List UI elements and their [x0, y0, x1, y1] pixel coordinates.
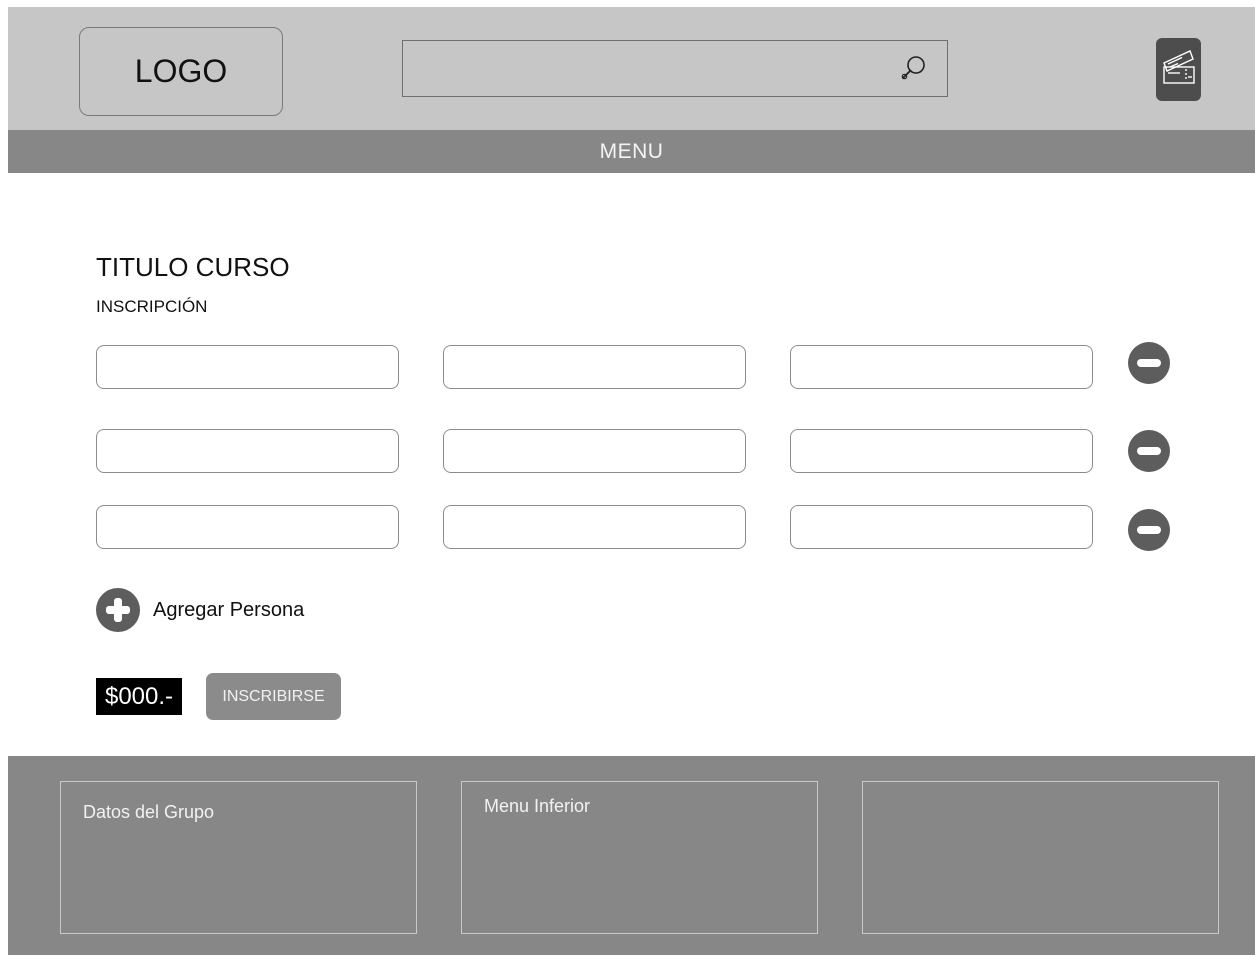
- add-person-label: Agregar Persona: [153, 598, 305, 621]
- main-menu[interactable]: MENU: [8, 130, 1255, 173]
- person-2-field-3[interactable]: [790, 429, 1093, 473]
- logo[interactable]: LOGO: [79, 27, 283, 116]
- remove-person-1-button[interactable]: [1128, 342, 1170, 384]
- search-bar[interactable]: [402, 40, 948, 97]
- tickets-icon: [1160, 47, 1198, 92]
- menu-label: MENU: [599, 139, 664, 163]
- add-person-button[interactable]: Agregar Persona: [96, 588, 304, 632]
- remove-person-2-button[interactable]: [1128, 430, 1170, 472]
- person-2-field-1[interactable]: [96, 429, 399, 473]
- logo-text: LOGO: [134, 53, 228, 89]
- price-badge: $000.-: [96, 678, 182, 715]
- footer-box-bottom-menu: Menu Inferior: [461, 781, 818, 934]
- footer-box-label: Menu Inferior: [484, 796, 591, 816]
- search-icon[interactable]: [897, 53, 929, 85]
- footer-box-group-data: Datos del Grupo: [60, 781, 417, 934]
- footer: Datos del Grupo Menu Inferior: [8, 756, 1255, 955]
- person-3-field-1[interactable]: [96, 505, 399, 549]
- minus-circle-icon: [1137, 447, 1161, 455]
- footer-box-label: Datos del Grupo: [83, 802, 215, 822]
- page: LOGO MENU TITULO CURSO INSCRIPCIÓN Agreg…: [0, 0, 1255, 955]
- person-3-field-3[interactable]: [790, 505, 1093, 549]
- tickets-button[interactable]: [1156, 38, 1201, 101]
- person-1-field-1[interactable]: [96, 345, 399, 389]
- search-input[interactable]: [403, 41, 883, 96]
- person-1-field-3[interactable]: [790, 345, 1093, 389]
- section-label: INSCRIPCIÓN: [96, 297, 208, 316]
- minus-circle-icon: [1137, 359, 1161, 367]
- page-title: TITULO CURSO: [96, 252, 290, 282]
- footer-box-empty: [862, 781, 1219, 934]
- person-3-field-2[interactable]: [443, 505, 746, 549]
- remove-person-3-button[interactable]: [1128, 509, 1170, 551]
- subscribe-button[interactable]: INSCRIBIRSE: [206, 673, 341, 720]
- plus-circle-icon: [96, 588, 140, 632]
- person-1-field-2[interactable]: [443, 345, 746, 389]
- minus-circle-icon: [1137, 526, 1161, 534]
- person-2-field-2[interactable]: [443, 429, 746, 473]
